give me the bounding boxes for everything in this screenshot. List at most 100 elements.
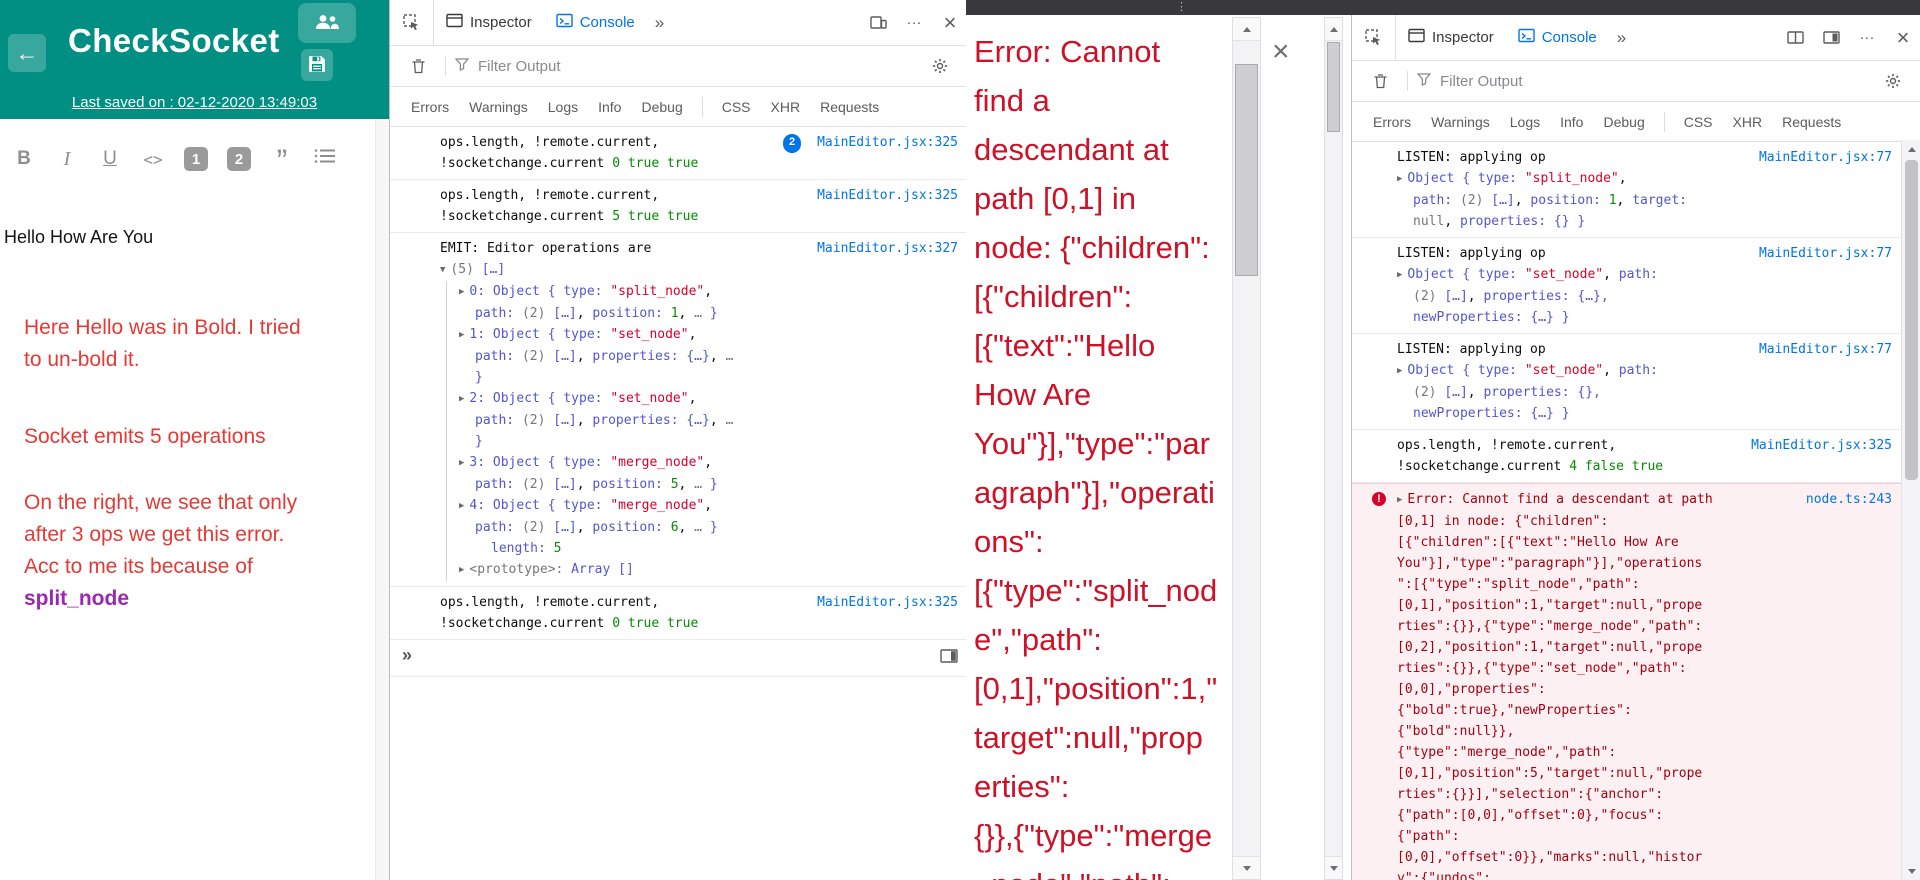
scrollbar-thumb[interactable] bbox=[1327, 42, 1340, 132]
columns-layout-icon[interactable] bbox=[1777, 15, 1813, 60]
filter-category-button[interactable]: Requests bbox=[1773, 110, 1850, 134]
overlay-error-line: [{"text":"Hello bbox=[974, 328, 1156, 363]
bold-button[interactable]: B bbox=[10, 144, 38, 174]
console-line: path: (2) […], position: 5, … } bbox=[475, 477, 718, 492]
expand-arrow-icon[interactable]: ▶ bbox=[1397, 265, 1402, 286]
filter-level-button[interactable]: Info bbox=[1551, 110, 1592, 134]
console-log-row: ops.length, !remote.current, 2 MainEditor.… bbox=[390, 127, 968, 180]
devtools-close-button[interactable]: × bbox=[932, 0, 968, 45]
divider bbox=[701, 96, 703, 117]
filter-output-input[interactable]: Filter Output bbox=[1440, 73, 1866, 90]
devtools-close-button[interactable]: × bbox=[1885, 15, 1920, 60]
scroll-up-button[interactable] bbox=[1233, 18, 1260, 41]
responsive-mode-icon[interactable] bbox=[860, 0, 896, 45]
filter-level-button[interactable]: Logs bbox=[539, 95, 587, 119]
overlay-close-button[interactable]: × bbox=[1272, 37, 1290, 67]
expand-arrow-icon[interactable]: ▼ bbox=[440, 260, 445, 281]
source-link[interactable]: MainEditor.jsx:327 bbox=[817, 238, 958, 259]
tab-inspector-label: Inspector bbox=[470, 14, 532, 31]
filter-category-button[interactable]: XHR bbox=[1724, 110, 1772, 134]
overlay-error-line: agraph"}],"operati bbox=[974, 475, 1215, 510]
filter-category-button[interactable]: CSS bbox=[1675, 110, 1722, 134]
console-line: !socketchange.current 5 true true bbox=[440, 209, 699, 224]
screen: ← CheckSocket Last saved on : 02-12-2020… bbox=[0, 0, 1920, 880]
editor-area[interactable]: Hello How Are You Here Hello was in Bold… bbox=[0, 199, 389, 615]
clear-console-icon[interactable] bbox=[1362, 72, 1398, 90]
tab-inspector[interactable]: Inspector bbox=[1396, 15, 1506, 60]
split-console-icon[interactable] bbox=[940, 649, 958, 666]
console-filter-bar: Errors Warnings Logs Info Debug CSS XHR Reques… bbox=[390, 87, 968, 127]
expand-arrow-icon[interactable]: ▶ bbox=[1397, 361, 1402, 382]
filter-level-button[interactable]: Debug bbox=[632, 95, 691, 119]
scroll-up-button[interactable] bbox=[1902, 140, 1920, 158]
console-scrollbar[interactable] bbox=[1901, 140, 1920, 880]
code-button[interactable]: <> bbox=[139, 144, 167, 174]
expand-arrow-icon[interactable]: ▶ bbox=[459, 282, 464, 303]
tab-console[interactable]: Console bbox=[1506, 15, 1609, 60]
editor-scrollbar[interactable] bbox=[375, 119, 389, 880]
scroll-down-button[interactable] bbox=[1233, 856, 1260, 879]
filter-level-button[interactable]: Debug bbox=[1594, 110, 1653, 134]
expand-arrow-icon[interactable]: ▶ bbox=[459, 560, 464, 581]
filter-level-button[interactable]: Info bbox=[589, 95, 630, 119]
repeat-count-badge: 2 bbox=[782, 134, 802, 153]
back-button[interactable]: ← bbox=[8, 34, 46, 72]
scrollbar-thumb[interactable] bbox=[1905, 160, 1918, 480]
devtools-menu-button[interactable]: ··· bbox=[1849, 15, 1885, 60]
console-line: path: (2) […], position: 1, target: bbox=[1413, 193, 1687, 208]
dock-side-icon[interactable] bbox=[1813, 15, 1849, 60]
clear-console-icon[interactable] bbox=[400, 57, 436, 75]
expand-arrow-icon[interactable]: ▶ bbox=[1397, 490, 1402, 511]
filter-level-button[interactable]: Warnings bbox=[1422, 110, 1499, 134]
console-settings-gear-icon[interactable] bbox=[922, 57, 958, 75]
scrollbar-thumb[interactable] bbox=[1235, 64, 1258, 276]
source-link[interactable]: MainEditor.jsx:325 bbox=[817, 592, 958, 613]
list-button[interactable] bbox=[311, 144, 339, 174]
node-picker-icon[interactable] bbox=[1352, 15, 1396, 60]
filter-category-button[interactable]: CSS bbox=[713, 95, 760, 119]
console-line: ops.length, !remote.current, MainEditor.j… bbox=[1397, 435, 1892, 456]
filter-level-button[interactable]: Errors bbox=[402, 95, 458, 119]
filter-category-button[interactable]: Requests bbox=[811, 95, 888, 119]
source-link[interactable]: MainEditor.jsx:325 bbox=[1751, 435, 1892, 456]
expand-arrow-icon[interactable]: ▶ bbox=[459, 325, 464, 346]
console-input-row[interactable]: » bbox=[390, 640, 968, 677]
scroll-down-button[interactable] bbox=[1325, 856, 1342, 879]
node-picker-icon[interactable] bbox=[390, 0, 434, 45]
collaborators-button[interactable] bbox=[298, 3, 356, 43]
scroll-down-button[interactable] bbox=[1902, 862, 1920, 880]
source-link[interactable]: MainEditor.jsx:77 bbox=[1759, 339, 1892, 360]
looks-one-icon: 1 bbox=[184, 147, 208, 171]
source-link[interactable]: MainEditor.jsx:325 bbox=[817, 132, 958, 153]
scroll-up-button[interactable] bbox=[1325, 18, 1342, 41]
checksocket-app: ← CheckSocket Last saved on : 02-12-2020… bbox=[0, 0, 389, 880]
source-link[interactable]: MainEditor.jsx:77 bbox=[1759, 147, 1892, 168]
expand-arrow-icon[interactable]: ▶ bbox=[459, 389, 464, 410]
source-link[interactable]: node.ts:243 bbox=[1806, 489, 1892, 511]
tab-console[interactable]: Console bbox=[544, 0, 647, 45]
heading1-button[interactable]: 1 bbox=[182, 144, 210, 174]
console-settings-gear-icon[interactable] bbox=[1875, 72, 1911, 90]
underline-button[interactable]: U bbox=[96, 144, 124, 174]
console-line: {"path":[0,0],"offset":0},"focus": bbox=[1397, 808, 1664, 823]
italic-button[interactable]: I bbox=[53, 144, 81, 174]
filter-output-input[interactable]: Filter Output bbox=[478, 58, 913, 75]
source-link[interactable]: MainEditor.jsx:77 bbox=[1759, 243, 1892, 264]
tab-inspector[interactable]: Inspector bbox=[434, 0, 544, 45]
filter-level-button[interactable]: Warnings bbox=[460, 95, 537, 119]
expand-arrow-icon[interactable]: ▶ bbox=[459, 453, 464, 474]
page-scrollbar[interactable] bbox=[1324, 17, 1343, 880]
filter-level-button[interactable]: Logs bbox=[1501, 110, 1549, 134]
source-link[interactable]: MainEditor.jsx:325 bbox=[817, 185, 958, 206]
save-button[interactable] bbox=[301, 49, 333, 81]
more-tabs-button[interactable]: » bbox=[1609, 15, 1634, 60]
expand-arrow-icon[interactable]: ▶ bbox=[459, 496, 464, 517]
devtools-menu-button[interactable]: ··· bbox=[896, 0, 932, 45]
expand-arrow-icon[interactable]: ▶ bbox=[1397, 169, 1402, 190]
filter-category-button[interactable]: XHR bbox=[762, 95, 810, 119]
heading2-button[interactable]: 2 bbox=[225, 144, 253, 174]
more-tabs-button[interactable]: » bbox=[647, 0, 672, 45]
filter-level-button[interactable]: Errors bbox=[1364, 110, 1420, 134]
blockquote-button[interactable]: ” bbox=[268, 144, 296, 178]
overlay-scrollbar[interactable] bbox=[1232, 17, 1261, 880]
